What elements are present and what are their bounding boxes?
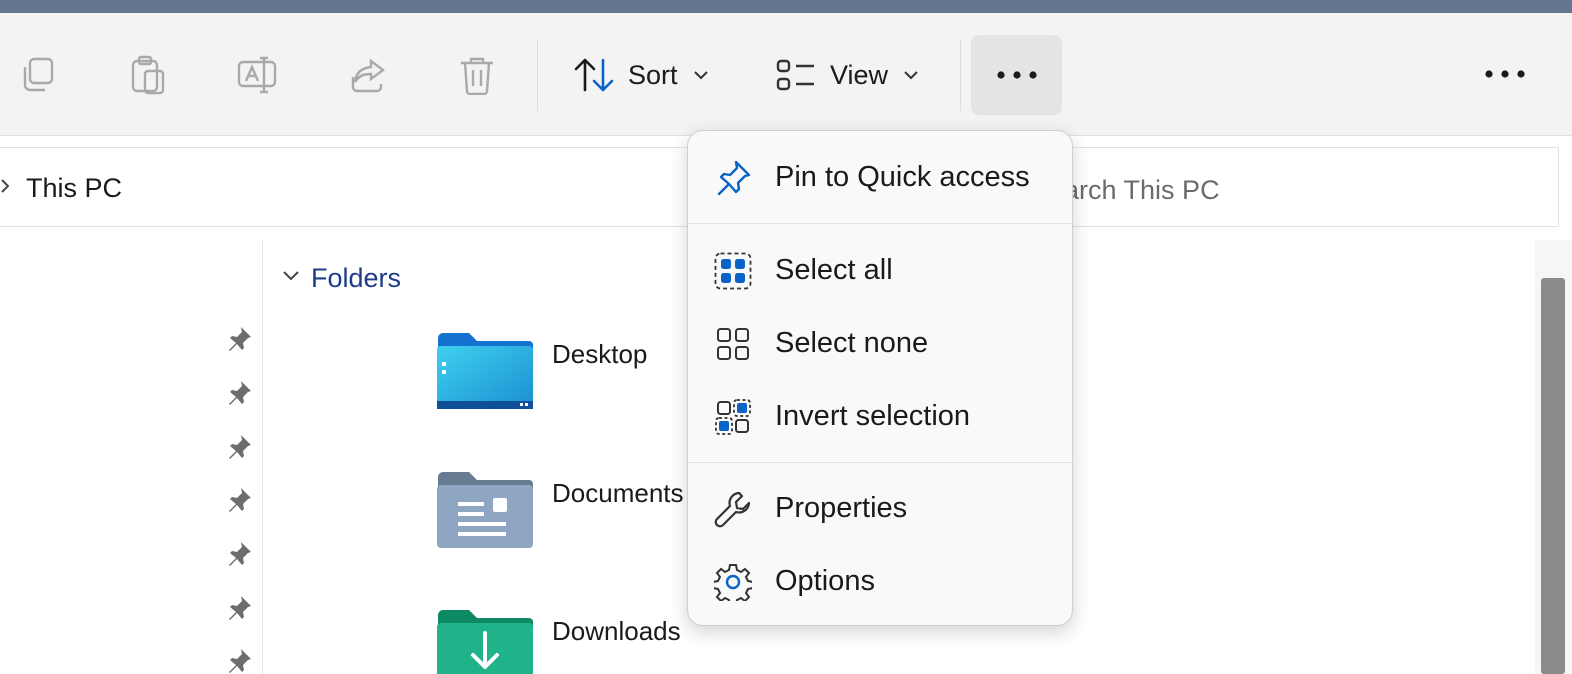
pinned-icon <box>229 596 251 620</box>
gear-icon <box>714 564 752 601</box>
delete-button[interactable] <box>458 55 496 95</box>
view-button[interactable]: View <box>776 59 918 91</box>
title-strip <box>0 0 1572 13</box>
menu-item-label: Invert selection <box>775 399 971 432</box>
menu-item-label: Properties <box>775 491 908 524</box>
breadcrumb-this-pc[interactable]: This PC <box>26 173 122 204</box>
documents-folder-icon[interactable] <box>436 471 534 549</box>
clipboard-icon <box>131 55 165 95</box>
view-icon <box>776 59 814 91</box>
copy-button[interactable] <box>18 55 58 95</box>
desktop-folder-icon[interactable] <box>436 332 534 410</box>
paste-button[interactable] <box>128 55 168 97</box>
toolbar-separator <box>960 39 961 111</box>
menu-separator <box>688 223 1074 224</box>
menu-item-label: Select all <box>775 253 893 286</box>
menu-item-label: Pin to Quick access <box>775 160 1030 193</box>
sort-label: Sort <box>628 59 678 90</box>
select-none-icon <box>717 328 749 360</box>
sort-icon <box>574 58 614 92</box>
window-more-button[interactable] <box>1485 70 1525 78</box>
chevron-down-icon <box>904 71 918 80</box>
copy-icon <box>23 57 54 92</box>
trash-icon <box>461 57 493 95</box>
folder-name-desktop[interactable]: Desktop <box>552 339 647 370</box>
menu-item-select-all[interactable]: Select all <box>688 238 1074 302</box>
rename-button[interactable] <box>236 55 278 95</box>
pinned-icon <box>229 327 251 351</box>
pinned-icon <box>229 435 251 459</box>
command-bar: Sort View <box>0 13 1572 136</box>
folder-name-downloads[interactable]: Downloads <box>552 616 681 647</box>
menu-item-properties[interactable]: Properties <box>688 476 1074 540</box>
see-more-button[interactable] <box>971 35 1062 115</box>
scrollbar-thumb[interactable] <box>1541 278 1565 674</box>
menu-item-invert-selection[interactable]: Invert selection <box>688 384 1074 448</box>
invert-selection-icon <box>715 399 751 435</box>
more-dots-icon <box>997 71 1037 79</box>
menu-item-pin-to-quick-access[interactable]: Pin to Quick access <box>688 145 1074 209</box>
chevron-down-icon[interactable] <box>283 271 299 281</box>
more-dots-icon <box>1485 70 1525 78</box>
pinned-icon <box>229 542 251 566</box>
chevron-right-icon[interactable] <box>1 179 9 193</box>
share-icon <box>351 58 385 93</box>
menu-item-label: Options <box>775 564 875 597</box>
downloads-folder-icon[interactable] <box>436 609 534 674</box>
menu-item-options[interactable]: Options <box>688 549 1074 613</box>
rename-icon <box>237 56 277 94</box>
pinned-icon <box>229 488 251 512</box>
sort-button[interactable]: Sort <box>574 57 708 93</box>
menu-item-select-none[interactable]: Select none <box>688 311 1074 375</box>
pin-icon <box>717 160 751 196</box>
view-label: View <box>830 59 889 90</box>
pinned-icon <box>229 649 251 673</box>
folder-name-documents[interactable]: Documents <box>552 478 684 509</box>
wrench-icon <box>714 491 751 528</box>
menu-item-label: Select none <box>775 326 929 359</box>
pinned-icon <box>229 381 251 405</box>
group-header-folders[interactable]: Folders <box>311 263 401 294</box>
see-more-menu: Pin to Quick access Select all Select no… <box>687 130 1074 626</box>
menu-separator <box>688 462 1074 463</box>
search-input[interactable]: earch This PC <box>1049 175 1220 206</box>
navigation-pane <box>0 240 263 674</box>
chevron-down-icon <box>693 71 708 80</box>
toolbar-separator <box>537 39 538 111</box>
select-all-icon <box>714 252 752 290</box>
share-button[interactable] <box>348 55 388 95</box>
